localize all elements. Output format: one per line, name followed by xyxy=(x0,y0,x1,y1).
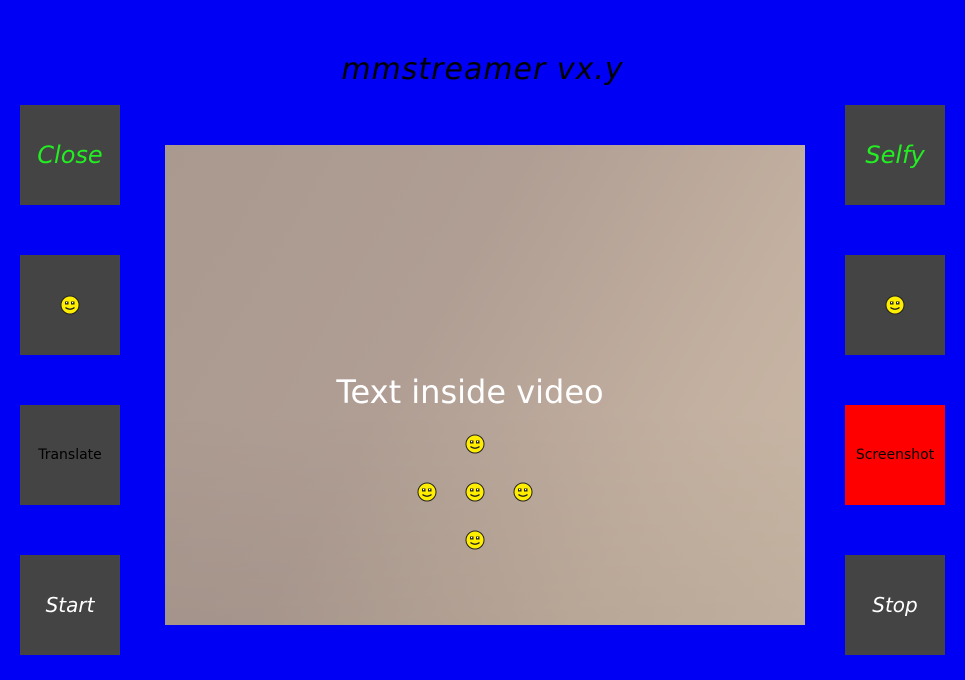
start-button-label: Start xyxy=(45,593,95,617)
dpad-center-smiley-icon[interactable] xyxy=(465,482,485,502)
stop-button[interactable]: Stop xyxy=(845,555,945,655)
translate-button-label: Translate xyxy=(38,447,102,463)
screenshot-button-label: Screenshot xyxy=(855,447,935,463)
selfy-button-label: Selfy xyxy=(865,141,925,169)
selfy-button[interactable]: Selfy xyxy=(845,105,945,205)
smiley-icon xyxy=(60,295,80,315)
dpad-right-smiley-icon[interactable] xyxy=(513,482,533,502)
dpad-down-smiley-icon[interactable] xyxy=(465,530,485,550)
smiley-icon xyxy=(885,295,905,315)
screenshot-button[interactable]: Screenshot xyxy=(845,405,945,505)
dpad-up-smiley-icon[interactable] xyxy=(465,434,485,454)
right-smiley-button[interactable] xyxy=(845,255,945,355)
left-smiley-button[interactable] xyxy=(20,255,120,355)
app-title: mmstreamer vx.y xyxy=(341,52,624,87)
video-overlay-text: Text inside video xyxy=(336,373,604,411)
close-button[interactable]: Close xyxy=(20,105,120,205)
stop-button-label: Stop xyxy=(872,593,918,617)
start-button[interactable]: Start xyxy=(20,555,120,655)
video-view: Text inside video xyxy=(165,145,805,625)
dpad-left-smiley-icon[interactable] xyxy=(417,482,437,502)
translate-button[interactable]: Translate xyxy=(20,405,120,505)
close-button-label: Close xyxy=(37,141,103,169)
